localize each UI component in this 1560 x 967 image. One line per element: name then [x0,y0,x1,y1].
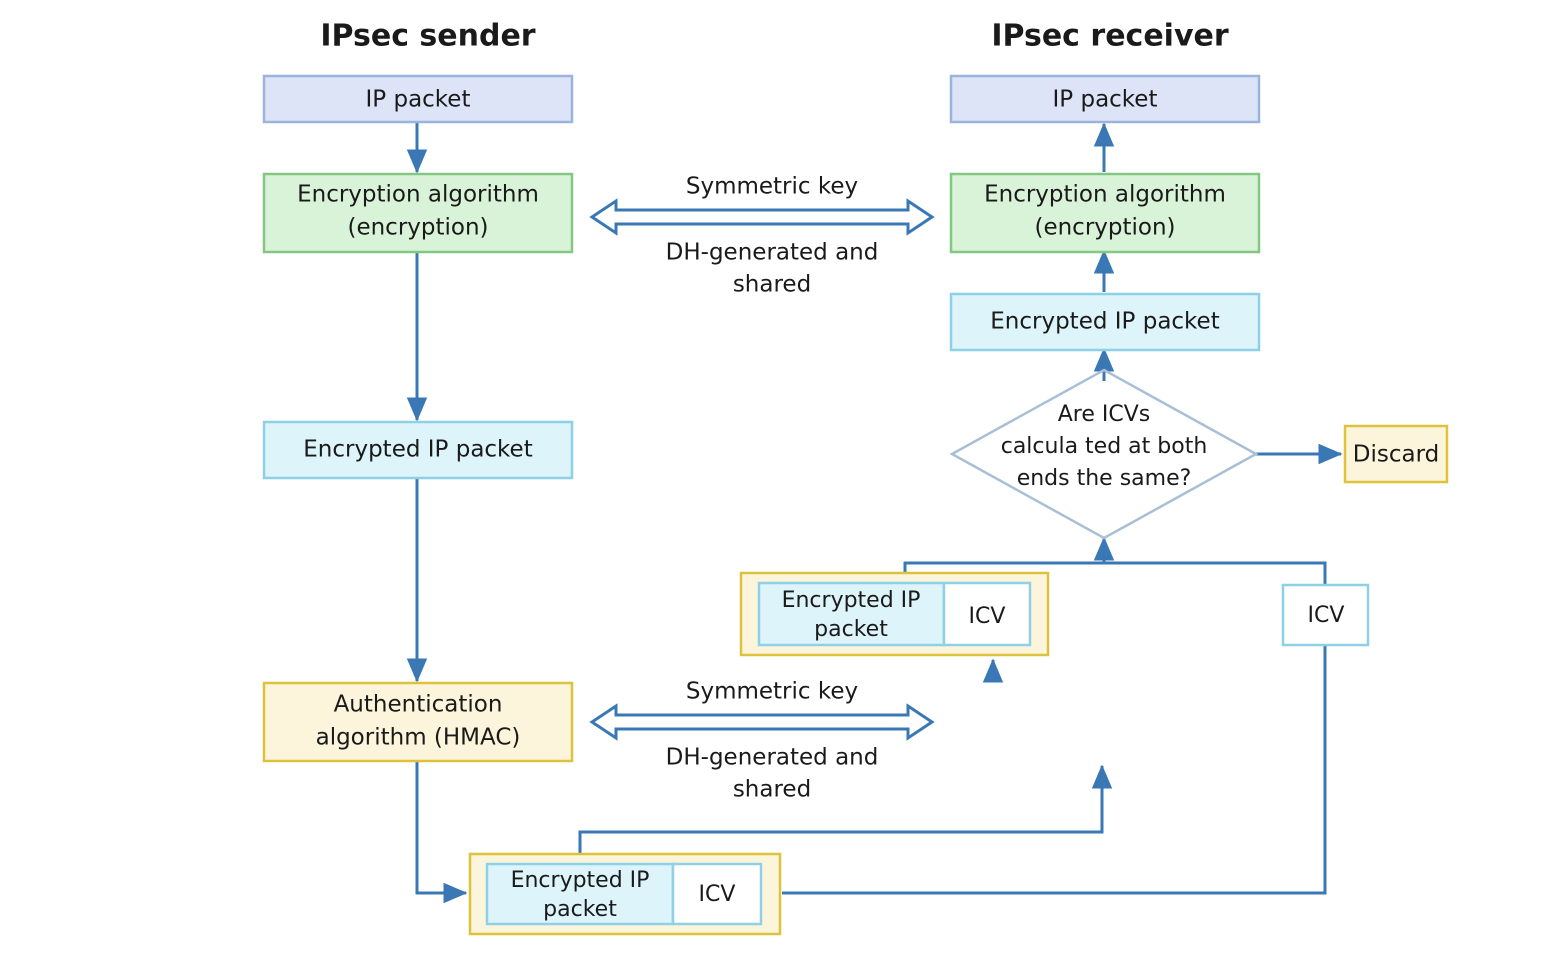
receiver-encrypted-packet-box[interactable]: Encrypted IP packet [949,292,1261,352]
sender-encrypted-packet-box[interactable]: Encrypted IP packet [262,420,574,480]
symmetric-key-bottom-sub-line1: DH-generated and [666,745,879,771]
receiver-ip-packet-label: IP packet [1053,87,1158,113]
receiver-encryption-label-line1: Encryption algorithm [984,182,1226,208]
symmetric-key-top-label: Symmetric key [686,174,858,200]
sender-encrypted-packet-label: Encrypted IP packet [303,437,532,463]
sender-composite-packet-icv[interactable]: Encrypted IP packet ICV [468,852,782,936]
ipsec-flow-diagram: IPsec sender IPsec receiver Symmetric ke… [0,0,1560,967]
receiver-icv-label: ICV [1308,603,1345,628]
receiver-composite-packet-line2: packet [814,617,888,642]
decision-label-line1: Are ICVs [1058,402,1151,427]
sender-auth-label-line2: algorithm (HMAC) [316,725,521,751]
connector-composite-to-receiver-auth [578,764,1113,860]
discard-label: Discard [1353,442,1439,468]
symmetric-key-top-sub-line2: shared [733,272,811,298]
sender-auth-box[interactable]: Authentication algorithm (HMAC) [262,681,574,763]
receiver-decision-diamond[interactable]: Are ICVs calcula ted at both ends the sa… [949,368,1259,540]
discard-box[interactable]: Discard [1343,424,1449,484]
receiver-ip-packet-box[interactable]: IP packet [949,74,1261,124]
receiver-encryption-label-line2: (encryption) [1034,215,1175,241]
sender-auth-label-line1: Authentication [334,692,503,718]
symmetric-key-arrow-top [589,198,935,236]
sender-encryption-label-line1: Encryption algorithm [297,182,539,208]
decision-label-line3: ends the same? [1017,466,1192,491]
receiver-icv-box[interactable]: ICV [1281,583,1370,647]
diagram-canvas: IPsec sender IPsec receiver Symmetric ke… [262,19,1449,936]
receiver-composite-packet-icv[interactable]: Encrypted IP packet ICV [739,571,1050,657]
receiver-encryption-box[interactable]: Encryption algorithm (encryption) [949,172,1261,254]
symmetric-key-bottom-sub-line2: shared [733,777,811,803]
symmetric-key-top-sub-line1: DH-generated and [666,240,879,266]
symmetric-key-arrow-bottom [589,703,935,741]
sender-column-title: IPsec sender [320,19,535,54]
sender-ip-packet-box[interactable]: IP packet [262,74,574,124]
connector-sender-auth-to-composite [415,761,468,904]
receiver-composite-icv-label: ICV [969,604,1006,629]
decision-label-line2: calcula ted at both [1001,434,1208,459]
sender-encryption-box[interactable]: Encryption algorithm (encryption) [262,172,574,254]
sender-composite-packet-line2: packet [543,897,617,922]
sender-ip-packet-label: IP packet [366,87,471,113]
receiver-encrypted-packet-label: Encrypted IP packet [990,309,1219,335]
receiver-column-title: IPsec receiver [991,19,1229,54]
symmetric-key-bottom-label: Symmetric key [686,679,858,705]
sender-encryption-label-line2: (encryption) [347,215,488,241]
sender-composite-packet-line1: Encrypted IP [511,868,650,893]
receiver-composite-packet-line1: Encrypted IP [782,588,921,613]
sender-composite-icv-label: ICV [699,882,736,907]
